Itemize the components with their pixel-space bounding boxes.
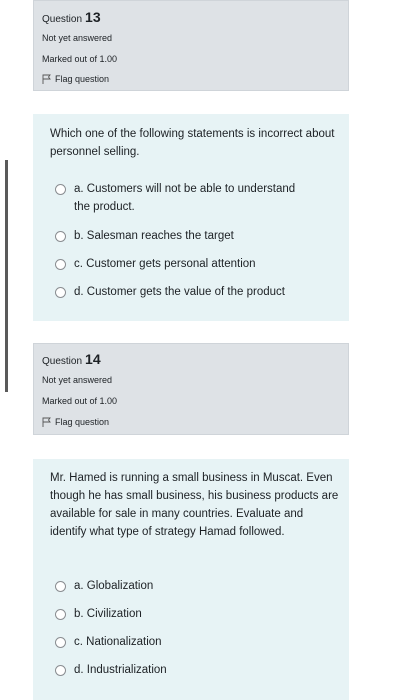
answer-option-label: d. Industrialization [74, 664, 167, 676]
answer-option-b[interactable]: b. Salesman reaches the target [55, 227, 314, 245]
question-state: Not yet answered [42, 375, 113, 385]
question-text: Which one of the following statements is… [50, 128, 335, 158]
radio-button[interactable] [55, 184, 66, 195]
scroll-indicator[interactable] [5, 160, 8, 392]
question-14-info: Question 14 Not yet answered Marked out o… [33, 343, 349, 435]
question-state: Not yet answered [42, 33, 113, 43]
radio-button[interactable] [55, 259, 66, 270]
answer-option-b[interactable]: b. Civilization [55, 605, 314, 623]
flag-question-link[interactable]: Flag question [42, 417, 109, 427]
question-text: Mr. Hamed is running a small business in… [50, 472, 339, 538]
question-14-formulation: Mr. Hamed is running a small business in… [33, 459, 349, 700]
question-grade: Marked out of 1.00 [42, 54, 118, 64]
question-13-info: Question 13 Not yet answered Marked out o… [33, 0, 349, 91]
question-number: Question 14 [42, 351, 101, 367]
radio-button[interactable] [55, 609, 66, 620]
question-13-formulation: Which one of the following statements is… [33, 114, 349, 321]
question-grade: Marked out of 1.00 [42, 396, 118, 406]
answer-option-c[interactable]: c. Customer gets personal attention [55, 255, 314, 273]
answer-option-c[interactable]: c. Nationalization [55, 633, 314, 651]
answer-option-label: a. Globalization [74, 580, 154, 592]
flag-question-link[interactable]: Flag question [42, 74, 109, 84]
radio-button[interactable] [55, 637, 66, 648]
radio-button[interactable] [55, 665, 66, 676]
flag-icon [42, 417, 51, 427]
answer-option-label: a. Customers will not be able to underst… [74, 183, 296, 213]
flag-icon [42, 74, 51, 84]
answer-option-a[interactable]: a. Globalization [55, 577, 314, 595]
answer-option-label: d. Customer gets the value of the produc… [74, 286, 285, 298]
flag-question-label: Flag question [55, 417, 110, 427]
answer-option-d[interactable]: d. Customer gets the value of the produc… [55, 283, 314, 301]
radio-button[interactable] [55, 287, 66, 298]
answer-option-label: b. Civilization [74, 608, 142, 620]
radio-button[interactable] [55, 231, 66, 242]
answer-option-a[interactable]: a. Customers will not be able to underst… [55, 180, 314, 216]
question-number: Question 13 [42, 9, 101, 25]
radio-button[interactable] [55, 581, 66, 592]
answer-option-label: c. Customer gets personal attention [74, 258, 256, 270]
answer-option-label: c. Nationalization [74, 636, 162, 648]
flag-question-label: Flag question [55, 74, 110, 84]
answer-option-label: b. Salesman reaches the target [74, 230, 234, 242]
answer-option-d[interactable]: d. Industrialization [55, 661, 314, 679]
